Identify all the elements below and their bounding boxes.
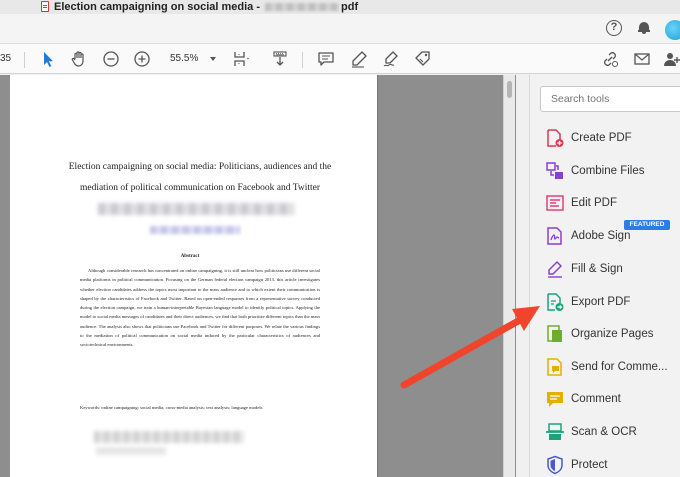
comment-tool-icon [547, 392, 563, 407]
document-viewport[interactable]: Election campaigning on social media: Po… [0, 75, 516, 477]
tool-create-pdf[interactable]: Create PDF [530, 121, 680, 154]
document-title: Election campaigning on social media: Po… [68, 162, 332, 193]
combine-files-icon [546, 162, 563, 179]
redacted-footnote-line [96, 447, 166, 455]
toolbar-divider [302, 52, 303, 68]
select-cursor-icon[interactable] [38, 49, 58, 69]
window-title-suffix: pdf [341, 1, 359, 13]
redacted-footnote [94, 431, 244, 443]
scroll-mode-icon[interactable] [270, 49, 290, 69]
tool-scan-ocr[interactable]: Scan & OCR [530, 415, 680, 448]
chevron-down-icon [210, 57, 216, 61]
tool-edit-pdf[interactable]: Edit PDF [530, 186, 680, 219]
hand-tool-icon[interactable] [69, 49, 89, 69]
toolbar-divider [24, 52, 25, 68]
tool-export-pdf[interactable]: Export PDF [530, 285, 680, 318]
window-title-bar: Election campaigning on social media - p… [0, 0, 680, 14]
organize-pages-icon [547, 325, 562, 342]
page-layout-icon[interactable] [231, 49, 251, 69]
tool-label: Combine Files [571, 165, 645, 177]
tool-fill-sign[interactable]: Fill & Sign [530, 252, 680, 285]
pdf-file-icon [41, 1, 49, 12]
adobe-sign-icon [547, 227, 562, 245]
abstract-body: Although considerable research has conce… [80, 268, 320, 348]
pdf-page[interactable]: Election campaigning on social media: Po… [10, 75, 378, 477]
redacted-authors [98, 203, 294, 215]
window-title: Election campaigning on social media - p… [54, 0, 358, 14]
notification-bell-icon[interactable] [638, 20, 650, 34]
featured-badge: FEATURED [624, 220, 670, 230]
tool-combine-files[interactable]: Combine Files [530, 154, 680, 187]
tool-label: Send for Comme... [571, 361, 668, 373]
zoom-level-value: 55.5% [170, 53, 199, 64]
window-title-prefix: Election campaigning on social media - [54, 1, 264, 13]
redacted-filename [265, 3, 340, 12]
zoom-level-dropdown[interactable]: 55.5% [162, 50, 220, 68]
add-person-icon[interactable] [662, 49, 680, 69]
scan-ocr-icon [546, 423, 564, 440]
export-pdf-icon [547, 293, 564, 311]
document-scrollbar[interactable] [503, 75, 515, 477]
tool-label: Adobe Sign [571, 230, 631, 242]
tool-label: Export PDF [571, 296, 631, 308]
search-tools-input[interactable] [540, 86, 680, 112]
redacted-affiliation [150, 226, 240, 234]
tool-organize-pages[interactable]: Organize Pages [530, 317, 680, 350]
tools-pane: Create PDF Combine Files Edit PDF Adobe … [529, 75, 680, 477]
tool-label: Fill & Sign [571, 263, 623, 275]
share-link-icon[interactable] [600, 49, 620, 69]
create-pdf-icon [547, 129, 564, 147]
tool-protect[interactable]: Protect [530, 448, 680, 477]
tool-label: Create PDF [571, 132, 632, 144]
email-icon[interactable] [632, 49, 652, 69]
tool-label: Scan & OCR [571, 426, 637, 438]
comment-icon[interactable] [316, 49, 336, 69]
highlight-pen-icon[interactable] [349, 49, 369, 69]
account-avatar[interactable] [665, 20, 680, 40]
edit-pdf-icon [546, 195, 564, 211]
top-bar: ? [0, 14, 680, 44]
main-toolbar: 35 55.5% [0, 44, 680, 74]
fill-sign-icon [548, 261, 562, 278]
tool-label: Comment [571, 393, 621, 405]
help-icon[interactable]: ? [606, 20, 622, 36]
tool-label: Protect [571, 459, 608, 471]
tool-label: Organize Pages [571, 328, 654, 340]
shield-icon [547, 455, 563, 475]
abstract-heading: Abstract [180, 254, 200, 259]
stamp-tag-icon[interactable] [413, 49, 433, 69]
tool-comment[interactable]: Comment [530, 382, 680, 415]
send-for-comments-icon [547, 358, 562, 376]
scrollbar-thumb[interactable] [507, 81, 512, 98]
draw-signature-icon[interactable] [381, 49, 401, 69]
tool-send-for-comments[interactable]: Send for Comme... [530, 350, 680, 383]
keywords-line: Keywords: online campaigning; social med… [80, 405, 263, 410]
zoom-out-icon[interactable] [101, 49, 121, 69]
page-number[interactable]: 35 [0, 53, 11, 64]
tool-label: Edit PDF [571, 197, 618, 209]
zoom-in-icon[interactable] [132, 49, 152, 69]
